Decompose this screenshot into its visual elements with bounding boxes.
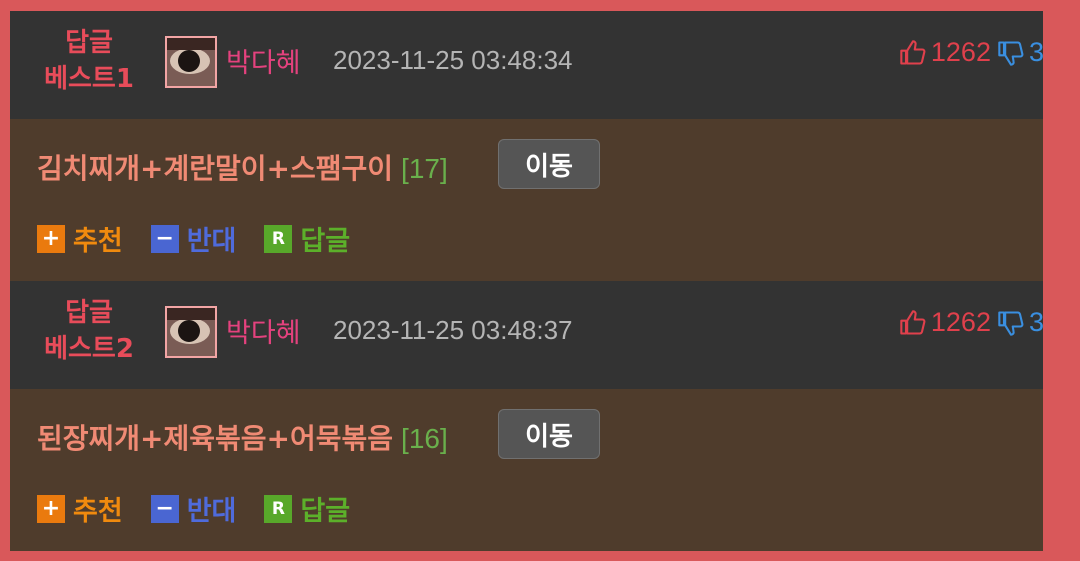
reply-title-text[interactable]: 김치찌개+계란말이+스팸구이 xyxy=(37,152,393,185)
reply-title[interactable]: 김치찌개+계란말이+스팸구이 [17] xyxy=(37,147,448,187)
upvote-count: 1262 xyxy=(930,307,991,337)
vote-counts: 1262 3 xyxy=(899,37,1044,68)
reply-header: 답글 베스트2 박다혜 2023-11-25 03:48:37 1262 3 xyxy=(10,281,1044,389)
username[interactable]: 박다혜 xyxy=(226,311,301,350)
upvote-count: 1262 xyxy=(930,37,991,67)
best-replies-panel: 답글 베스트1 박다혜 2023-11-25 03:48:34 1262 3 김… xyxy=(10,11,1044,551)
comment-count: [17] xyxy=(401,153,448,184)
thumbs-up-icon xyxy=(900,309,926,335)
post-datetime: 2023-11-25 03:48:37 xyxy=(333,315,573,345)
best-badge-line2: 베스트1 xyxy=(44,64,134,94)
thumbs-up-icon xyxy=(900,39,926,65)
reply-body: 된장찌개+제육볶음+어묵볶음 [16] 이동 + 추천 − 반대 R 답글 xyxy=(10,389,1043,551)
move-button[interactable]: 이동 xyxy=(498,139,600,189)
reply-title-text[interactable]: 된장찌개+제육볶음+어묵볶음 xyxy=(37,422,393,455)
comment-count: [16] xyxy=(401,423,448,454)
downvote-count: 3 xyxy=(1028,307,1044,337)
recommend-button[interactable]: + 추천 xyxy=(37,219,123,258)
move-button[interactable]: 이동 xyxy=(498,409,600,459)
best-badge: 답글 베스트2 xyxy=(26,295,152,367)
oppose-button[interactable]: − 반대 xyxy=(150,219,237,258)
avatar[interactable] xyxy=(165,306,217,358)
recommend-label: 추천 xyxy=(73,226,123,257)
recommend-label: 추천 xyxy=(73,496,123,527)
avatar[interactable] xyxy=(165,36,217,88)
reply-label: 답글 xyxy=(300,226,351,257)
reply-header: 답글 베스트1 박다혜 2023-11-25 03:48:34 1262 3 xyxy=(10,11,1044,119)
reply-title[interactable]: 된장찌개+제육볶음+어묵볶음 [16] xyxy=(37,417,448,457)
minus-icon: − xyxy=(150,224,179,253)
minus-icon: − xyxy=(150,494,179,523)
reply-button[interactable]: R 답글 xyxy=(264,489,350,528)
best-badge-line2: 베스트2 xyxy=(44,334,134,364)
oppose-label: 반대 xyxy=(186,226,237,257)
best-badge: 답글 베스트1 xyxy=(26,25,152,97)
reply-actions: + 추천 − 반대 R 답글 xyxy=(37,219,378,258)
oppose-button[interactable]: − 반대 xyxy=(150,489,237,528)
best-badge-line1: 답글 xyxy=(65,298,113,328)
thumbs-down-icon xyxy=(998,310,1024,336)
plus-icon: + xyxy=(37,494,65,523)
best-reply-2: 답글 베스트2 박다혜 2023-11-25 03:48:37 1262 3 된… xyxy=(10,281,1044,551)
reply-button[interactable]: R 답글 xyxy=(264,219,350,258)
plus-icon: + xyxy=(37,224,65,253)
username[interactable]: 박다혜 xyxy=(226,41,301,80)
oppose-label: 반대 xyxy=(186,496,237,527)
reply-label: 답글 xyxy=(300,496,351,527)
reply-icon: R xyxy=(264,224,293,253)
reply-actions: + 추천 − 반대 R 답글 xyxy=(37,489,378,528)
downvote-count: 3 xyxy=(1028,37,1044,67)
reply-icon: R xyxy=(264,494,293,523)
vote-counts: 1262 3 xyxy=(899,307,1044,338)
reply-body: 김치찌개+계란말이+스팸구이 [17] 이동 + 추천 − 반대 R 답글 xyxy=(10,119,1043,281)
best-badge-line1: 답글 xyxy=(65,28,113,58)
post-datetime: 2023-11-25 03:48:34 xyxy=(333,45,573,75)
recommend-button[interactable]: + 추천 xyxy=(37,489,123,528)
thumbs-down-icon xyxy=(998,40,1024,66)
best-reply-1: 답글 베스트1 박다혜 2023-11-25 03:48:34 1262 3 김… xyxy=(10,11,1044,281)
